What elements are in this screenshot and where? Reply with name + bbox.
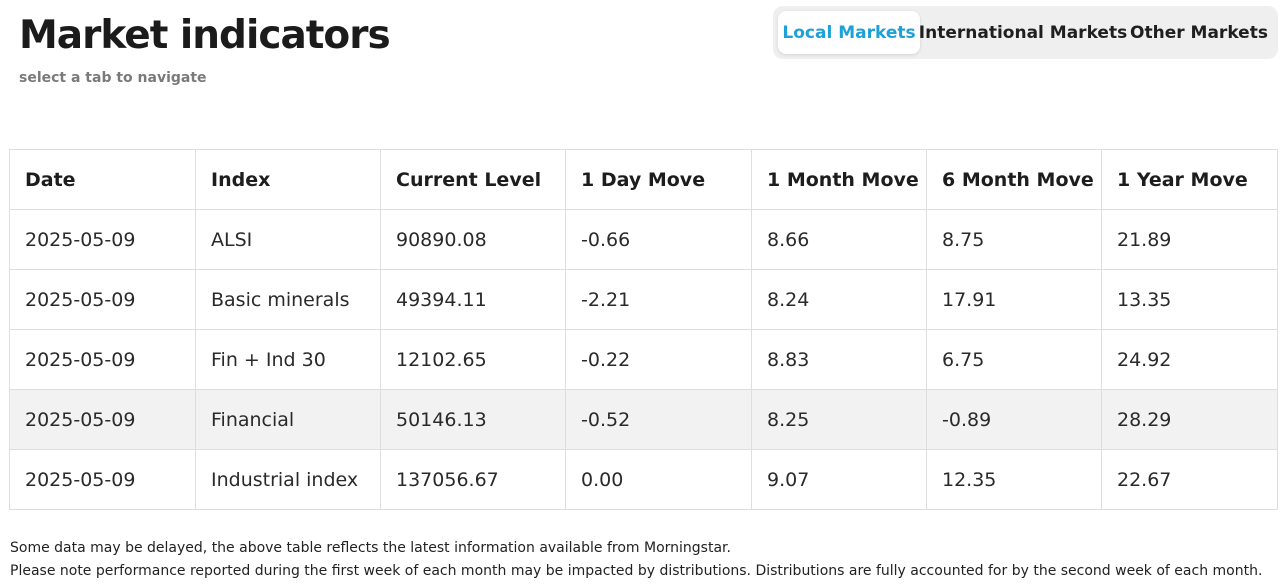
cell-6-month-move: 6.75 <box>926 329 1102 390</box>
cell-index: Basic minerals <box>195 269 381 330</box>
column-header-1-day-move: 1 Day Move <box>565 149 752 210</box>
page-subtitle: select a tab to navigate <box>19 70 207 86</box>
cell-1-day-move: -0.52 <box>565 389 752 450</box>
cell-1-day-move: -0.22 <box>565 329 752 390</box>
page-title: Market indicators <box>19 13 391 58</box>
market-tabs: Local Markets International Markets Othe… <box>773 6 1278 59</box>
cell-index: Financial <box>195 389 381 450</box>
table-header-row: Date Index Current Level 1 Day Move 1 Mo… <box>9 149 1278 210</box>
cell-1-year-move: 22.67 <box>1101 449 1278 510</box>
table-row: 2025-05-09 Basic minerals 49394.11 -2.21… <box>9 269 1278 330</box>
cell-index: Fin + Ind 30 <box>195 329 381 390</box>
column-header-1-month-move: 1 Month Move <box>751 149 927 210</box>
column-header-date: Date <box>9 149 196 210</box>
table-row: 2025-05-09 Financial 50146.13 -0.52 8.25… <box>9 389 1278 450</box>
table-row: 2025-05-09 Fin + Ind 30 12102.65 -0.22 8… <box>9 329 1278 390</box>
tab-local-markets[interactable]: Local Markets <box>778 11 920 54</box>
cell-current-level: 49394.11 <box>380 269 566 330</box>
cell-1-year-move: 21.89 <box>1101 209 1278 270</box>
cell-1-year-move: 13.35 <box>1101 269 1278 330</box>
cell-current-level: 12102.65 <box>380 329 566 390</box>
cell-current-level: 50146.13 <box>380 389 566 450</box>
cell-6-month-move: 12.35 <box>926 449 1102 510</box>
cell-date: 2025-05-09 <box>9 449 196 510</box>
cell-1-month-move: 8.25 <box>751 389 927 450</box>
tab-other-markets[interactable]: Other Markets <box>1126 11 1272 54</box>
cell-1-month-move: 8.66 <box>751 209 927 270</box>
cell-1-year-move: 24.92 <box>1101 329 1278 390</box>
cell-date: 2025-05-09 <box>9 329 196 390</box>
cell-6-month-move: -0.89 <box>926 389 1102 450</box>
cell-current-level: 90890.08 <box>380 209 566 270</box>
cell-date: 2025-05-09 <box>9 269 196 330</box>
cell-date: 2025-05-09 <box>9 389 196 450</box>
market-indicators-page: Market indicators select a tab to naviga… <box>0 0 1288 587</box>
column-header-6-month-move: 6 Month Move <box>926 149 1102 210</box>
cell-1-day-move: 0.00 <box>565 449 752 510</box>
market-indicators-table: Date Index Current Level 1 Day Move 1 Mo… <box>9 149 1278 510</box>
table-row: 2025-05-09 Industrial index 137056.67 0.… <box>9 449 1278 510</box>
cell-1-month-move: 8.24 <box>751 269 927 330</box>
cell-current-level: 137056.67 <box>380 449 566 510</box>
cell-1-year-move: 28.29 <box>1101 389 1278 450</box>
column-header-index: Index <box>195 149 381 210</box>
cell-index: ALSI <box>195 209 381 270</box>
column-header-1-year-move: 1 Year Move <box>1101 149 1278 210</box>
cell-1-day-move: -2.21 <box>565 269 752 330</box>
cell-1-month-move: 9.07 <box>751 449 927 510</box>
cell-1-day-move: -0.66 <box>565 209 752 270</box>
disclaimer-distributions: Please note performance reported during … <box>10 563 1263 579</box>
cell-1-month-move: 8.83 <box>751 329 927 390</box>
cell-6-month-move: 17.91 <box>926 269 1102 330</box>
tab-international-markets[interactable]: International Markets <box>919 11 1127 54</box>
cell-index: Industrial index <box>195 449 381 510</box>
table-row: 2025-05-09 ALSI 90890.08 -0.66 8.66 8.75… <box>9 209 1278 270</box>
column-header-current-level: Current Level <box>380 149 566 210</box>
cell-6-month-move: 8.75 <box>926 209 1102 270</box>
disclaimer-delayed-data: Some data may be delayed, the above tabl… <box>10 540 731 556</box>
cell-date: 2025-05-09 <box>9 209 196 270</box>
